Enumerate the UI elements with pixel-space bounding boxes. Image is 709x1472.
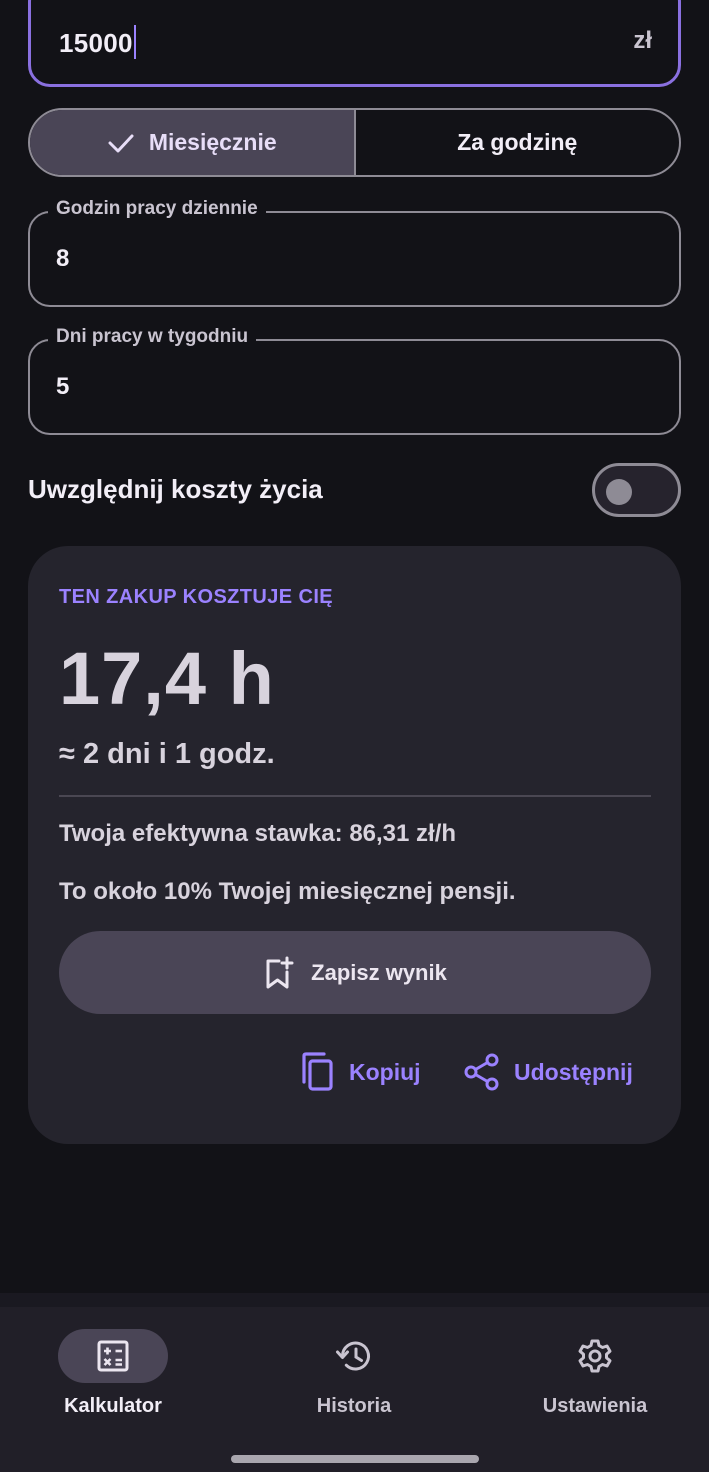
copy-label: Kopiuj bbox=[349, 1058, 421, 1085]
days-per-week-field[interactable]: Dni pracy w tygodniu 5 bbox=[28, 326, 681, 435]
period-toggle: Miesięcznie Za godzinę bbox=[28, 108, 681, 177]
bottom-navigation: Kalkulator Historia Ustawienia bbox=[0, 1307, 709, 1472]
switch-thumb bbox=[606, 479, 632, 505]
check-icon bbox=[108, 134, 134, 152]
copy-button[interactable]: Kopiuj bbox=[299, 1050, 421, 1094]
hours-per-day-value: 8 bbox=[56, 245, 70, 272]
gesture-handle[interactable] bbox=[231, 1455, 479, 1463]
result-hours: 17,4 h bbox=[59, 637, 275, 720]
salary-input[interactable]: 15000 zł bbox=[28, 0, 681, 87]
bookmark-add-icon bbox=[266, 956, 294, 988]
share-label: Udostępnij bbox=[514, 1058, 633, 1085]
salary-value-wrap: 15000 bbox=[59, 25, 136, 59]
calculator-icon bbox=[97, 1340, 129, 1372]
nav-item-settings[interactable]: Ustawienia bbox=[477, 1329, 709, 1418]
result-approx: ≈ 2 dni i 1 godz. bbox=[59, 738, 275, 770]
app-screen: 15000 zł Miesięcznie Za godzinę Godzin p… bbox=[0, 0, 709, 1472]
currency-suffix: zł bbox=[633, 27, 652, 54]
salary-share: To około 10% Twojej miesięcznej pensji. bbox=[59, 878, 516, 905]
result-eyebrow: TEN ZAKUP KOSZTUJE CIĘ bbox=[59, 586, 334, 608]
nav-item-calculator[interactable]: Kalkulator bbox=[0, 1329, 231, 1418]
share-button[interactable]: Udostępnij bbox=[464, 1050, 633, 1094]
result-card: TEN ZAKUP KOSZTUJE CIĘ 17,4 h ≈ 2 dni i … bbox=[28, 546, 681, 1144]
effective-rate: Twoja efektywna stawka: 86,31 zł/h bbox=[59, 820, 457, 847]
hours-per-day-label: Godzin pracy dziennie bbox=[48, 198, 266, 220]
gear-icon bbox=[578, 1339, 612, 1373]
cost-of-living-label: Uwzględnij koszty życia bbox=[28, 474, 323, 504]
text-caret bbox=[133, 25, 136, 59]
days-per-week-label: Dni pracy w tygodniu bbox=[48, 326, 257, 348]
toggle-monthly[interactable]: Miesięcznie bbox=[30, 110, 356, 175]
days-per-week-value: 5 bbox=[56, 373, 70, 400]
toggle-monthly-label: Miesięcznie bbox=[148, 129, 277, 155]
save-result-label: Zapisz wynik bbox=[311, 959, 447, 985]
nav-indicator bbox=[58, 1329, 168, 1383]
salary-value: 15000 bbox=[59, 28, 133, 58]
divider bbox=[59, 795, 651, 797]
nav-icon-wrap bbox=[540, 1329, 650, 1383]
toggle-hourly[interactable]: Za godzinę bbox=[356, 110, 680, 175]
nav-label-settings: Ustawienia bbox=[542, 1395, 648, 1417]
save-result-button[interactable]: Zapisz wynik bbox=[59, 931, 651, 1014]
nav-label-calculator: Kalkulator bbox=[64, 1395, 162, 1417]
hours-per-day-field[interactable]: Godzin pracy dziennie 8 bbox=[28, 198, 681, 307]
history-icon bbox=[336, 1341, 370, 1371]
nav-icon-wrap bbox=[299, 1329, 409, 1383]
share-icon bbox=[464, 1053, 499, 1091]
copy-icon bbox=[302, 1052, 333, 1091]
nav-separator bbox=[0, 1293, 709, 1307]
toggle-hourly-label: Za godzinę bbox=[457, 129, 578, 155]
nav-item-history[interactable]: Historia bbox=[236, 1329, 472, 1418]
cost-of-living-switch[interactable] bbox=[592, 463, 681, 517]
nav-label-history: Historia bbox=[316, 1395, 392, 1417]
